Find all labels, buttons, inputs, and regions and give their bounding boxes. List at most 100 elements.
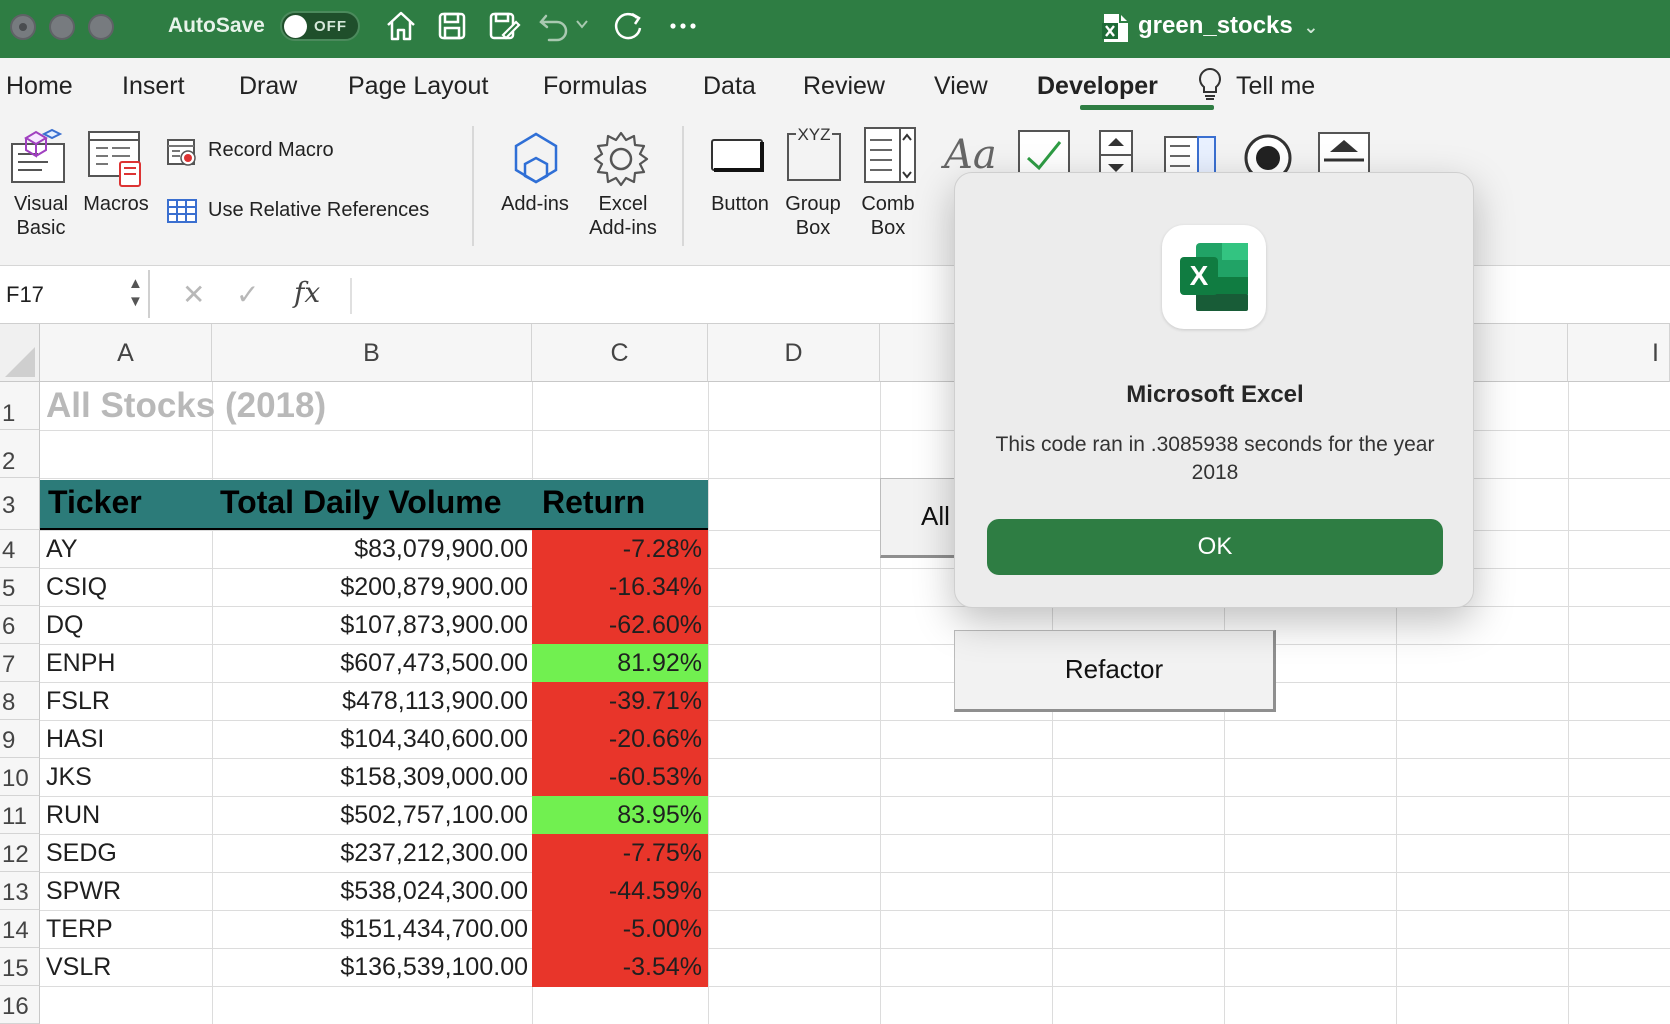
ticker-cell[interactable]: VSLR [46,948,111,986]
tab-page-layout[interactable]: Page Layout [348,72,488,101]
sheet-title-cell[interactable]: All Stocks (2018) [46,386,326,426]
document-title[interactable]: green_stocks ⌄ [1098,12,1319,40]
return-cell[interactable]: -3.54% [532,948,708,987]
tab-home[interactable]: Home [6,72,73,101]
tab-draw[interactable]: Draw [239,72,297,101]
volume-cell[interactable]: $237,212,300.00 [214,834,528,872]
row-header-10[interactable]: 10 [0,758,40,796]
column-header-c[interactable]: C [532,324,708,382]
use-relative-references-button[interactable]: Use Relative References [208,198,429,222]
excel-add-ins-button[interactable]: Excel Add-ins [578,192,668,240]
return-cell[interactable]: -5.00% [532,910,708,949]
more-icon[interactable] [666,8,702,44]
ticker-cell[interactable]: FSLR [46,682,110,720]
home-icon[interactable] [383,8,419,44]
tab-insert[interactable]: Insert [122,72,185,101]
visual-basic-button[interactable]: Visual Basic [6,192,76,240]
ticker-cell[interactable]: SPWR [46,872,121,910]
tell-me-search[interactable]: Tell me [1236,72,1315,101]
row-header-8[interactable]: 8 [0,682,40,720]
autosave-toggle[interactable]: OFF [280,11,360,41]
button-control[interactable]: Button [704,192,776,216]
button-control-icon[interactable] [710,136,766,181]
row-header-3[interactable]: 3 [0,478,40,530]
macros-icon[interactable] [86,128,148,195]
return-cell[interactable]: 81.92% [532,644,708,683]
name-box-stepper-icon[interactable]: ▲ ▼ [128,275,143,311]
volume-cell[interactable]: $104,340,600.00 [214,720,528,758]
confirm-formula-icon[interactable]: ✓ [236,278,259,311]
ticker-cell[interactable]: DQ [46,606,84,644]
column-header-d[interactable]: D [708,324,880,382]
volume-cell[interactable]: $538,024,300.00 [214,872,528,910]
relative-references-icon[interactable] [166,196,198,231]
ticker-cell[interactable]: SEDG [46,834,117,872]
return-cell[interactable]: -20.66% [532,720,708,759]
return-cell[interactable]: -7.75% [532,834,708,873]
row-header-6[interactable]: 6 [0,606,40,644]
return-cell[interactable]: -62.60% [532,606,708,645]
ticker-cell[interactable]: RUN [46,796,100,834]
close-window-button[interactable] [10,14,36,40]
save-as-icon[interactable] [486,8,522,44]
row-header-15[interactable]: 15 [0,948,40,986]
save-icon[interactable] [434,8,470,44]
volume-cell[interactable]: $478,113,900.00 [214,682,528,720]
row-header-1[interactable]: 1 [0,382,40,430]
row-header-14[interactable]: 14 [0,910,40,948]
row-header-13[interactable]: 13 [0,872,40,910]
row-header-16[interactable]: 16 [0,986,40,1024]
undo-icon[interactable] [536,8,572,44]
record-macro-button[interactable]: Record Macro [208,138,334,162]
header-ticker[interactable]: Ticker [48,484,142,521]
header-total-daily-volume[interactable]: Total Daily Volume [220,484,502,521]
volume-cell[interactable]: $607,473,500.00 [214,644,528,682]
select-all-corner[interactable] [0,324,40,382]
row-header-11[interactable]: 11 [0,796,40,834]
return-cell[interactable]: -60.53% [532,758,708,797]
volume-cell[interactable]: $200,879,900.00 [214,568,528,606]
row-header-9[interactable]: 9 [0,720,40,758]
add-ins-icon[interactable] [505,128,567,195]
ticker-cell[interactable]: ENPH [46,644,115,682]
combo-box-control[interactable]: Comb Box [856,192,920,240]
column-header-i[interactable]: I [1568,324,1670,382]
macros-button[interactable]: Macros [80,192,152,216]
volume-cell[interactable]: $107,873,900.00 [214,606,528,644]
minimize-window-button[interactable] [49,14,75,40]
volume-cell[interactable]: $158,309,000.00 [214,758,528,796]
volume-cell[interactable]: $502,757,100.00 [214,796,528,834]
return-cell[interactable]: -39.71% [532,682,708,721]
volume-cell[interactable]: $151,434,700.00 [214,910,528,948]
return-cell[interactable]: -16.34% [532,568,708,607]
row-header-2[interactable]: 2 [0,430,40,478]
row-header-12[interactable]: 12 [0,834,40,872]
column-header-a[interactable]: A [40,324,212,382]
tab-data[interactable]: Data [703,72,756,101]
cancel-formula-icon[interactable]: ✕ [182,278,205,311]
volume-cell[interactable]: $136,539,100.00 [214,948,528,986]
row-header-4[interactable]: 4 [0,530,40,568]
ticker-cell[interactable]: JKS [46,758,92,796]
header-return[interactable]: Return [542,484,645,521]
ticker-cell[interactable]: CSIQ [46,568,107,606]
undo-dropdown-chevron-icon[interactable] [574,16,590,52]
zoom-window-button[interactable] [88,14,114,40]
combo-box-icon[interactable] [862,124,918,191]
ok-button[interactable]: OK [987,519,1443,575]
volume-cell[interactable]: $83,079,900.00 [214,530,528,568]
tab-review[interactable]: Review [803,72,885,101]
insert-function-icon[interactable]: fx [294,276,320,309]
record-macro-icon[interactable] [166,136,198,173]
tab-developer[interactable]: Developer [1037,72,1158,101]
return-cell[interactable]: 83.95% [532,796,708,835]
add-ins-button[interactable]: Add-ins [490,192,580,216]
ticker-cell[interactable]: TERP [46,910,113,948]
return-cell[interactable]: -7.28% [532,530,708,569]
group-box-control[interactable]: Group Box [776,192,850,240]
return-cell[interactable]: -44.59% [532,872,708,911]
redo-icon[interactable] [610,8,646,44]
ticker-cell[interactable]: HASI [46,720,104,758]
refactor-button[interactable]: Refactor [954,630,1276,712]
visual-basic-icon[interactable] [8,126,68,191]
